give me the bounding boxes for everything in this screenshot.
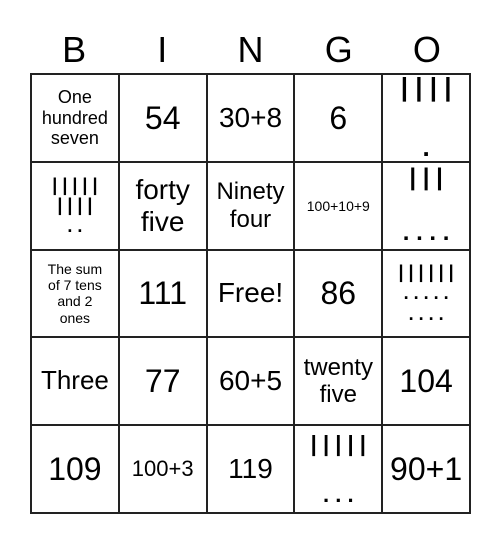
bingo-cell[interactable]: | | | | | | . . . . . . . . .	[382, 249, 470, 338]
bingo-cell[interactable]: 54	[118, 74, 207, 162]
header-letter: B	[62, 29, 87, 70]
bingo-header: BINGO	[30, 26, 471, 74]
bingo-cell[interactable]: 30+8	[206, 74, 295, 162]
bingo-cell[interactable]: 60+5	[206, 337, 295, 426]
bingo-cell[interactable]: 109	[31, 425, 119, 513]
bingo-cell[interactable]: 100+10+9	[294, 161, 383, 250]
bingo-cell[interactable]: 100+3	[118, 425, 207, 513]
bingo-cell[interactable]: twenty five	[294, 337, 383, 426]
header-letter: O	[412, 29, 441, 70]
bingo-cell[interactable]: 111	[118, 249, 207, 338]
bingo-card: One hundred seven 54 30+8 6 | | | | . | | | |…	[30, 73, 471, 514]
bingo-cell[interactable]: The sum of 7 tens and 2 ones	[31, 249, 119, 338]
bingo-cell[interactable]: 86	[294, 249, 383, 338]
bingo-cell[interactable]: 119	[206, 425, 295, 513]
bingo-cell[interactable]: forty five	[118, 161, 207, 250]
bingo-cell[interactable]: | | | . . . .	[382, 161, 470, 250]
bingo-cell[interactable]: 90+1	[382, 425, 470, 513]
bingo-cell[interactable]: | | | | | . . .	[294, 425, 383, 513]
bingo-cell[interactable]: 104	[382, 337, 470, 426]
bingo-cell[interactable]: | | | | | | | | | . .	[31, 161, 119, 250]
header-letter: N	[237, 29, 264, 70]
header-letter: G	[324, 29, 353, 70]
bingo-cell[interactable]: Free!	[206, 249, 295, 338]
bingo-cell[interactable]: | | | | .	[382, 74, 470, 162]
bingo-cell[interactable]: One hundred seven	[31, 74, 119, 162]
bingo-cell[interactable]: Ninety four	[206, 161, 295, 250]
bingo-cell[interactable]: 6	[294, 74, 383, 162]
bingo-cell[interactable]: 77	[118, 337, 207, 426]
header-letter: I	[157, 29, 168, 70]
bingo-cell[interactable]: Three	[31, 337, 119, 426]
